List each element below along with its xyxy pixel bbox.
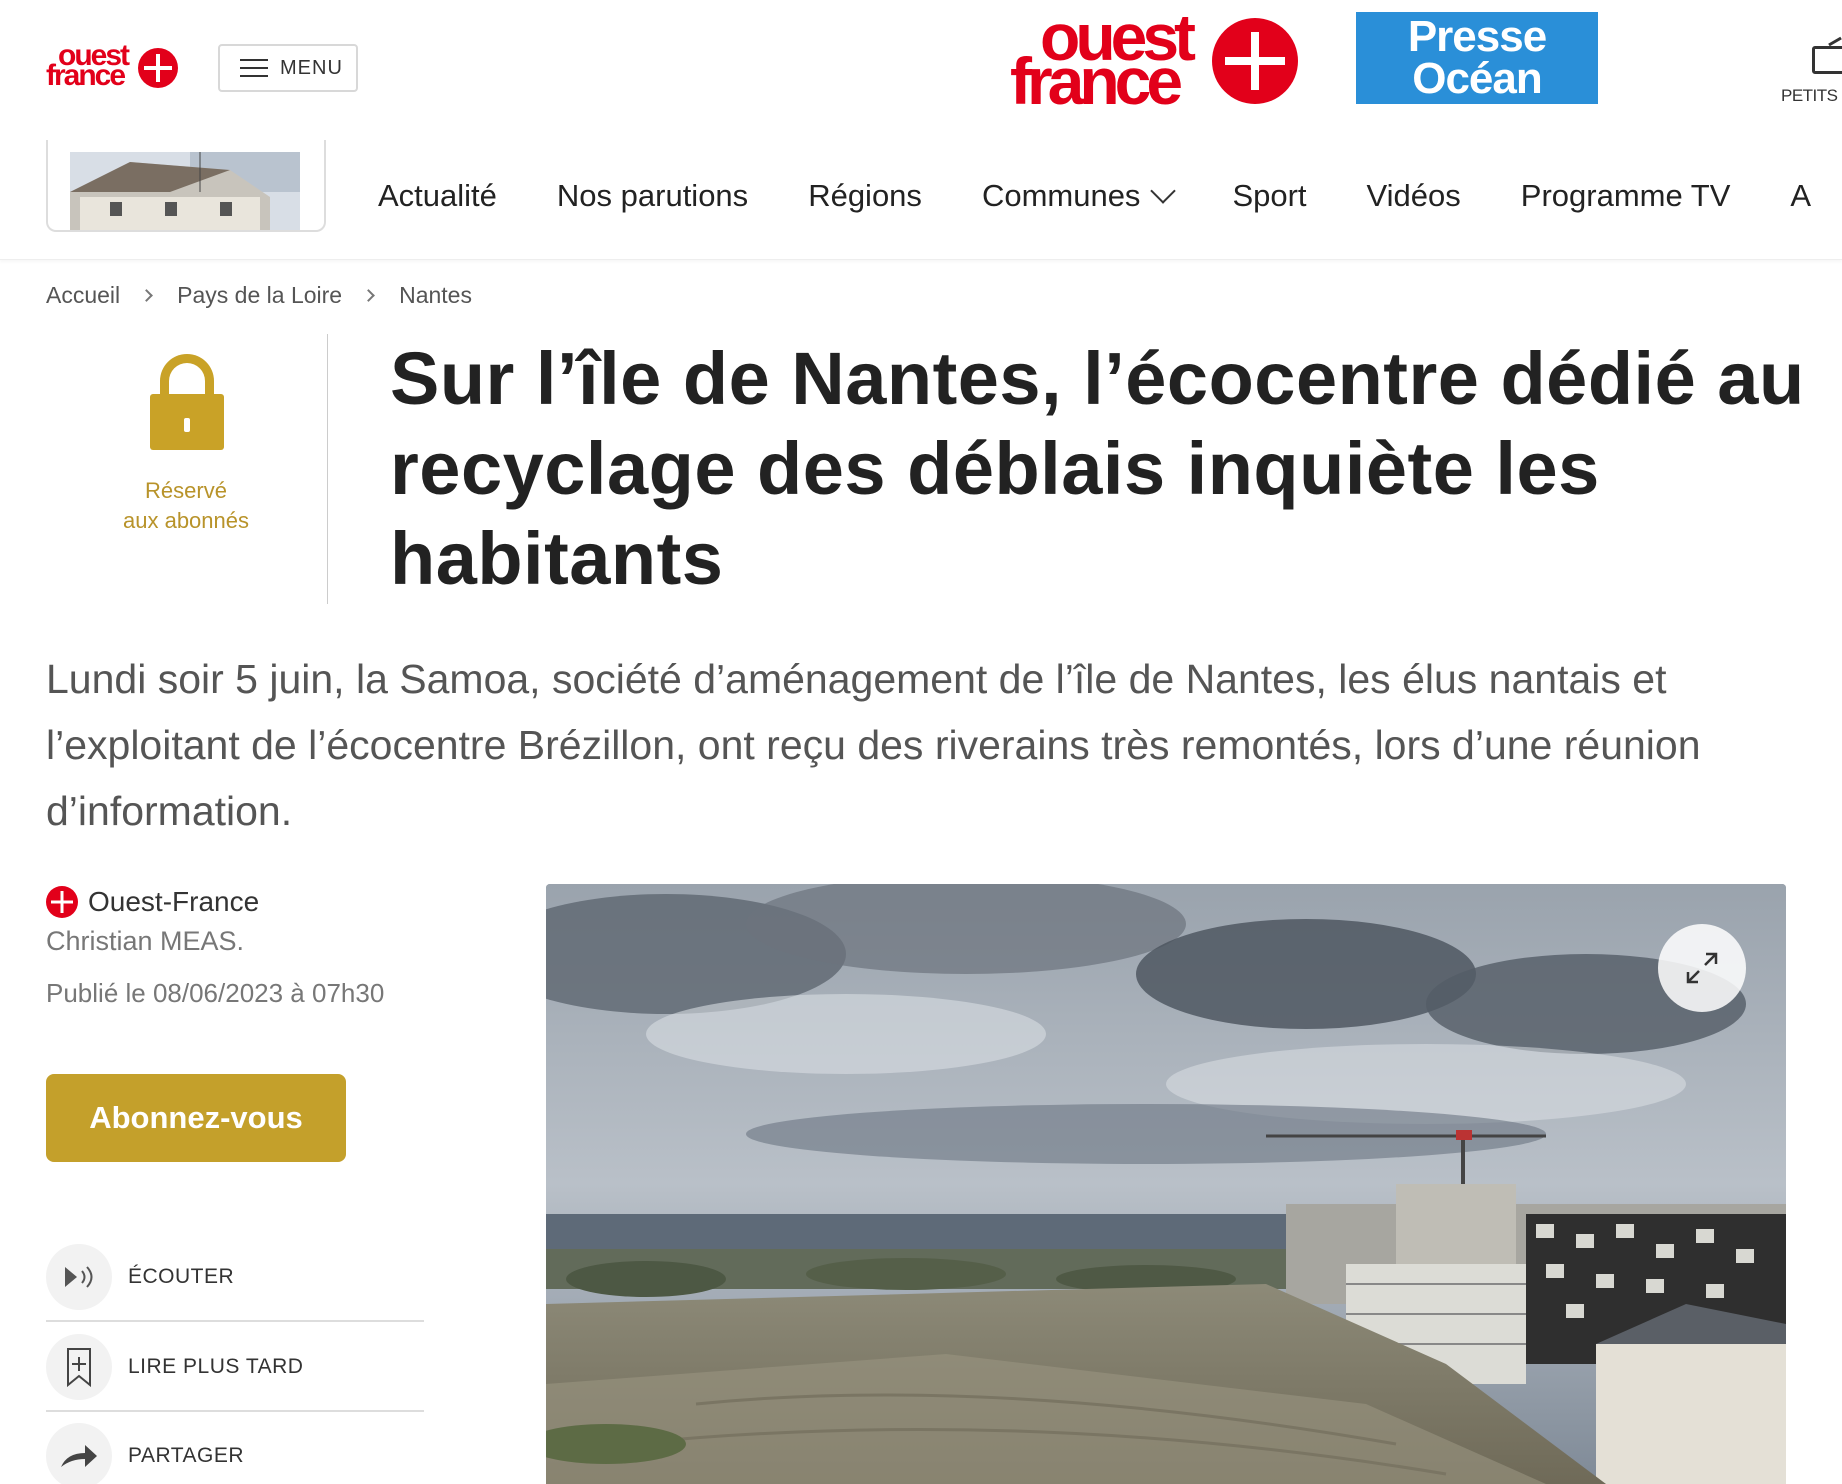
nav-item-regions[interactable]: Régions	[808, 178, 922, 214]
newspaper-edition-thumbnail[interactable]	[46, 140, 326, 232]
expand-icon	[1686, 952, 1718, 984]
expand-image-button[interactable]	[1658, 924, 1746, 1012]
source-name: Ouest-France	[88, 886, 260, 917]
article-lead: Lundi soir 5 juin, la Samoa, société d’a…	[46, 656, 1701, 834]
read-later-label: LIRE PLUS TARD	[128, 1355, 304, 1378]
nav-item-programme-tv[interactable]: Programme TV	[1521, 178, 1731, 214]
subscriber-badge-text: Réservé aux abonnés	[46, 476, 326, 536]
petits-ecrans-label: PETITS ÉC	[1781, 86, 1842, 105]
article-title: Sur l’île de Nantes, l’écocentre dédié a…	[390, 337, 1805, 600]
breadcrumb-region[interactable]: Pays de la Loire	[177, 282, 342, 309]
petits-ecrans-link[interactable]: PETITS ÉC	[1780, 36, 1842, 110]
share-button[interactable]: PARTAGER	[46, 1412, 424, 1484]
menu-label: MENU	[280, 56, 343, 79]
subscriber-badge: Réservé aux abonnés	[46, 334, 328, 604]
chevron-down-icon	[1150, 178, 1177, 204]
badge-line-2: aux abonnés	[123, 508, 249, 533]
nav-links: Actualité Nos parutions Régions Communes…	[378, 178, 1842, 214]
main-nav: Actualité Nos parutions Régions Communes…	[0, 130, 1842, 260]
breadcrumb-accueil[interactable]: Accueil	[46, 282, 120, 309]
site-header: ouest france MENU ouest france Presse Oc…	[0, 0, 1842, 130]
article-photo[interactable]	[546, 884, 1786, 1484]
nav-item-more[interactable]: A	[1790, 178, 1811, 214]
padlock-icon	[150, 354, 224, 450]
listen-button[interactable]: ÉCOUTER	[46, 1234, 424, 1322]
badge-line-1: Réservé	[145, 478, 227, 503]
chevron-right-icon	[362, 289, 375, 302]
publish-date: Publié le 08/06/2023 à 07h30	[46, 978, 385, 1008]
nav-item-communes[interactable]: Communes	[981, 178, 1177, 214]
read-later-button[interactable]: LIRE PLUS TARD	[46, 1324, 424, 1412]
speaker-icon	[46, 1244, 112, 1310]
subscribe-button[interactable]: Abonnez-vous	[46, 1074, 346, 1162]
listen-label: ÉCOUTER	[128, 1265, 235, 1288]
nav-item-nos-parutions[interactable]: Nos parutions	[557, 178, 748, 214]
logo-small-disc-icon	[138, 48, 178, 88]
presse-ocean-word-1: Presse	[1407, 12, 1547, 61]
edition-photo	[70, 152, 300, 230]
ouest-france-logo-small[interactable]: ouest france	[46, 41, 180, 92]
menu-button[interactable]: MENU	[218, 44, 358, 92]
tv-icon	[1812, 46, 1842, 74]
article-author: Christian MEAS.	[46, 926, 245, 956]
logo-big-disc-icon	[1212, 18, 1298, 104]
logo-big-word-2: france	[1010, 44, 1183, 118]
photo-landscape	[546, 884, 1786, 1484]
breadcrumb-city[interactable]: Nantes	[399, 282, 472, 309]
bookmark-add-icon	[46, 1334, 112, 1400]
ouest-france-mini-logo-icon	[46, 886, 78, 918]
nav-item-sport[interactable]: Sport	[1232, 178, 1306, 214]
chevron-right-icon	[140, 289, 154, 302]
presse-ocean-word-2: Océan	[1412, 54, 1543, 103]
article-source[interactable]: Ouest-France	[46, 886, 259, 918]
breadcrumb: Accueil Pays de la Loire Nantes	[46, 282, 472, 309]
hamburger-icon	[240, 59, 268, 77]
logo-small-word-2: france	[46, 59, 126, 92]
share-label: PARTAGER	[128, 1444, 245, 1467]
share-arrow-icon	[46, 1423, 112, 1484]
nav-item-actualite[interactable]: Actualité	[378, 178, 497, 214]
presse-ocean-logo[interactable]: Presse Océan	[1356, 12, 1598, 104]
ouest-france-logo[interactable]: ouest france	[1010, 4, 1300, 118]
nav-item-communes-label: Communes	[981, 178, 1141, 213]
nav-item-videos[interactable]: Vidéos	[1367, 178, 1461, 214]
